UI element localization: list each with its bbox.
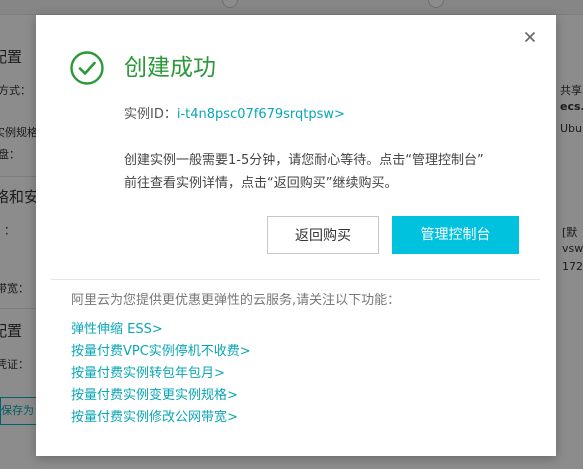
divider [51, 279, 540, 280]
promo-heading: 阿里云为您提供更优惠更弹性的云服务,请关注以下功能： [71, 293, 401, 308]
promo-link-vpc-stop-no-charge[interactable]: 按量付费VPC实例停机不收费> [71, 341, 251, 363]
promo-link-change-instance-type[interactable]: 按量付费实例变更实例规格> [71, 385, 251, 407]
promo-link-auto-scaling[interactable]: 弹性伸缩 ESS> [71, 319, 251, 341]
description-line: 创建实例一般需要1-5分钟，请您耐心等待。点击“管理控制台” [124, 153, 484, 168]
creation-description: 创建实例一般需要1-5分钟，请您耐心等待。点击“管理控制台” 前往查看实例详情，… [124, 149, 544, 195]
management-console-button[interactable]: 管理控制台 [392, 216, 519, 254]
success-check-icon [70, 51, 104, 85]
promo-link-convert-subscription[interactable]: 按量付费实例转包年包月> [71, 363, 251, 385]
instance-id-label: 实例ID： [124, 107, 177, 122]
back-to-purchase-button[interactable]: 返回购买 [267, 216, 379, 254]
promo-link-list: 弹性伸缩 ESS> 按量付费VPC实例停机不收费> 按量付费实例转包年包月> 按… [71, 319, 251, 429]
description-line: 前往查看实例详情，点击“返回购买”继续购买。 [124, 176, 398, 191]
instance-id-link[interactable]: i-t4n8psc07f679srqtpsw> [177, 107, 345, 122]
close-button[interactable] [518, 25, 542, 49]
promo-link-modify-bandwidth[interactable]: 按量付费实例修改公网带宽> [71, 407, 251, 429]
close-icon [524, 31, 536, 43]
success-dialog: 创建成功 实例ID：i-t4n8psc07f679srqtpsw> 创建实例一般… [36, 15, 556, 456]
instance-id-row: 实例ID：i-t4n8psc07f679srqtpsw> [124, 105, 345, 125]
dialog-title: 创建成功 [124, 55, 216, 81]
